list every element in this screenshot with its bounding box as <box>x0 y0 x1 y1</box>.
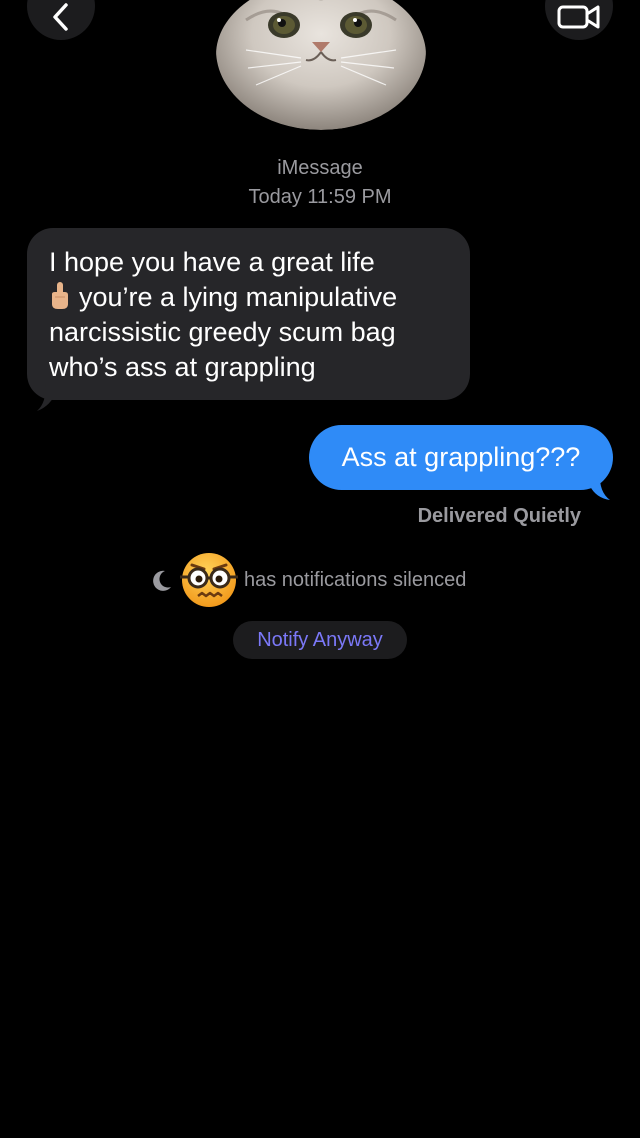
moon-icon <box>153 570 171 591</box>
incoming-message-bubble[interactable]: I hope you have a great life you’re a ly… <box>27 228 470 400</box>
chevron-left-icon <box>53 3 68 31</box>
message-text: you’re a lying manipulative <box>79 282 398 312</box>
silenced-label: has notifications silenced <box>244 568 467 591</box>
back-button[interactable] <box>27 0 95 40</box>
message-line: I hope you have a great life <box>49 247 375 277</box>
nerd-face-emoji <box>180 553 238 607</box>
middle-finger-emoji <box>52 282 68 309</box>
outgoing-bubble-tail <box>590 474 610 500</box>
notifications-silenced-notice: has notifications silenced <box>150 552 466 608</box>
cat-face-avatar <box>216 0 426 130</box>
message-text: Ass at grappling??? <box>341 442 581 472</box>
message-timestamp: Today 11:59 PM <box>248 186 392 208</box>
message-line-with-emoji: you’re a lying manipulative <box>49 280 450 315</box>
contact-avatar[interactable] <box>216 0 426 130</box>
message-line: narcissistic greedy scum bag <box>49 317 396 347</box>
outgoing-message-bubble[interactable]: Ass at grappling??? <box>309 425 613 490</box>
message-line: who’s ass at grappling <box>49 352 316 382</box>
service-label: iMessage <box>277 157 363 179</box>
notify-anyway-button[interactable]: Notify Anyway <box>233 621 407 659</box>
delivery-status: Delivered Quietly <box>417 505 581 527</box>
video-camera-icon <box>557 5 600 29</box>
incoming-bubble-tail <box>37 384 57 411</box>
facetime-video-button[interactable] <box>545 0 613 40</box>
